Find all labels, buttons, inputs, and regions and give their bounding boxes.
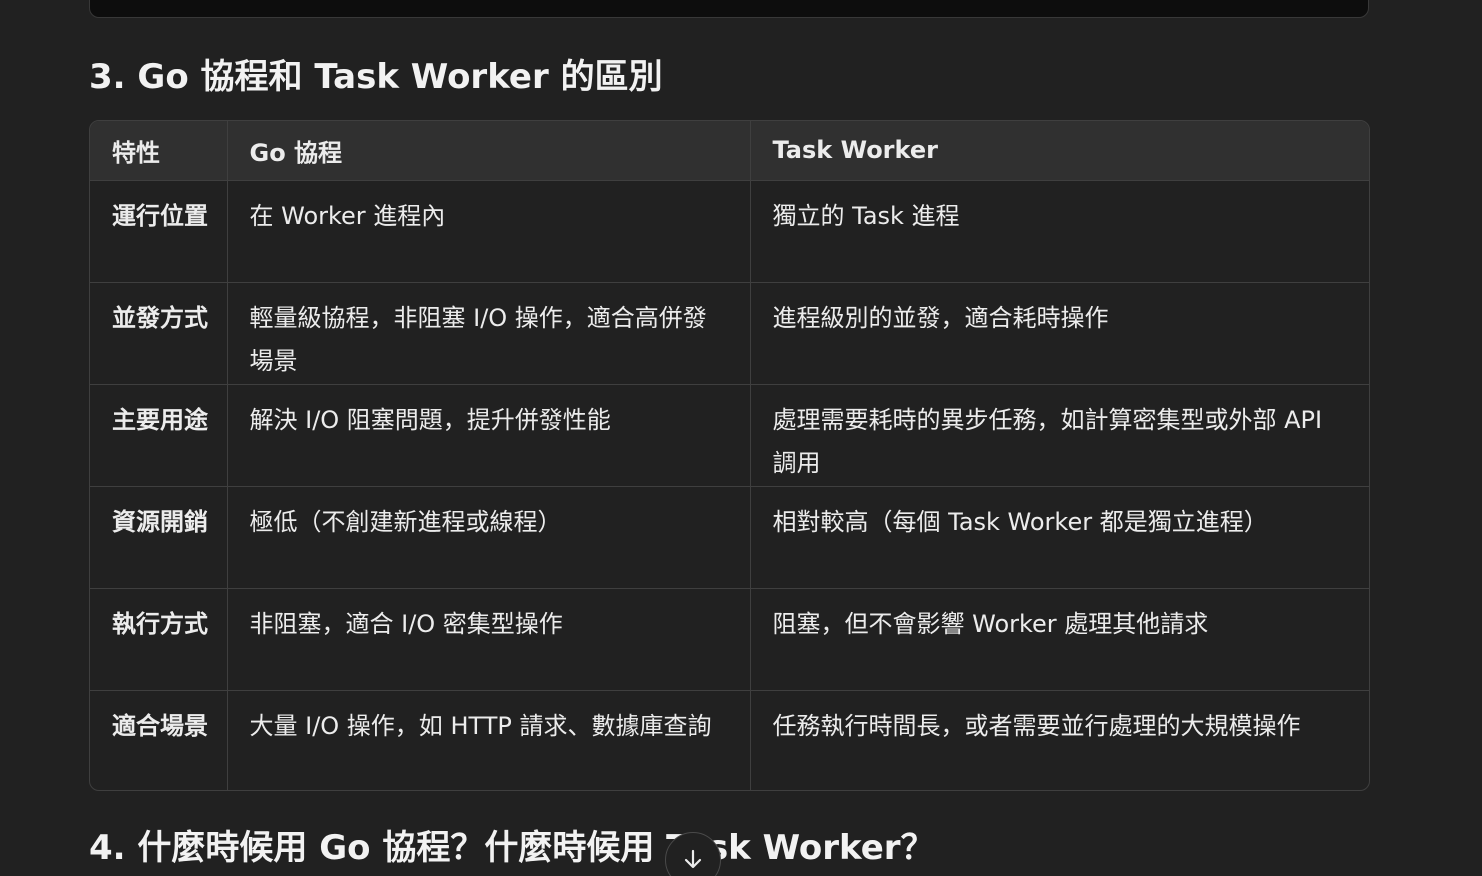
- table-cell-go: 大量 I/O 操作，如 HTTP 請求、數據庫查詢: [227, 690, 751, 790]
- chat-message-content: 3. Go 協程和 Task Worker 的區別 特性 Go 協程 Task …: [0, 0, 1482, 876]
- table-row: 適合場景 大量 I/O 操作，如 HTTP 請求、數據庫查詢 任務執行時間長，或…: [90, 690, 1369, 790]
- comparison-table-container: 特性 Go 協程 Task Worker 運行位置 在 Worker 進程內 獨…: [89, 120, 1370, 791]
- comparison-table: 特性 Go 協程 Task Worker 運行位置 在 Worker 進程內 獨…: [90, 121, 1369, 790]
- table-cell-feature: 並發方式: [90, 282, 228, 385]
- table-cell-go: 解決 I/O 阻塞問題，提升併發性能: [227, 384, 751, 487]
- table-header-row: 特性 Go 協程 Task Worker: [90, 121, 1369, 181]
- table-cell-feature: 資源開銷: [90, 486, 228, 589]
- table-cell-go: 輕量級協程，非阻塞 I/O 操作，適合高併發場景: [227, 282, 751, 385]
- table-row: 運行位置 在 Worker 進程內 獨立的 Task 進程: [90, 180, 1369, 283]
- table-header-cell: Task Worker: [750, 121, 1369, 181]
- table-cell-feature: 適合場景: [90, 690, 228, 790]
- table-cell-task-worker: 阻塞，但不會影響 Worker 處理其他請求: [750, 588, 1369, 691]
- table-row: 主要用途 解決 I/O 阻塞問題，提升併發性能 處理需要耗時的異步任務，如計算密…: [90, 384, 1369, 487]
- table-cell-task-worker: 獨立的 Task 進程: [750, 180, 1369, 283]
- section-heading-4: 4. 什麼時候用 Go 協程？什麼時候用 Task Worker？: [89, 828, 935, 868]
- table-cell-task-worker: 相對較高（每個 Task Worker 都是獨立進程）: [750, 486, 1369, 589]
- table-row: 資源開銷 極低（不創建新進程或線程） 相對較高（每個 Task Worker 都…: [90, 486, 1369, 589]
- table-cell-task-worker: 進程級別的並發，適合耗時操作: [750, 282, 1369, 385]
- table-cell-feature: 主要用途: [90, 384, 228, 487]
- table-header-cell: 特性: [90, 121, 228, 181]
- table-cell-go: 非阻塞，適合 I/O 密集型操作: [227, 588, 751, 691]
- table-row: 並發方式 輕量級協程，非阻塞 I/O 操作，適合高併發場景 進程級別的並發，適合…: [90, 282, 1369, 385]
- table-cell-go: 在 Worker 進程內: [227, 180, 751, 283]
- table-cell-feature: 執行方式: [90, 588, 228, 691]
- code-block-bottom: [89, 0, 1369, 18]
- arrow-down-icon: [684, 849, 702, 869]
- section-heading-3: 3. Go 協程和 Task Worker 的區別: [89, 57, 663, 97]
- table-row: 執行方式 非阻塞，適合 I/O 密集型操作 阻塞，但不會影響 Worker 處理…: [90, 588, 1369, 691]
- table-cell-feature: 運行位置: [90, 180, 228, 283]
- table-cell-task-worker: 處理需要耗時的異步任務，如計算密集型或外部 API 調用: [750, 384, 1369, 487]
- table-header-cell: Go 協程: [227, 121, 751, 181]
- table-cell-go: 極低（不創建新進程或線程）: [227, 486, 751, 589]
- table-cell-task-worker: 任務執行時間長，或者需要並行處理的大規模操作: [772, 711, 1301, 740]
